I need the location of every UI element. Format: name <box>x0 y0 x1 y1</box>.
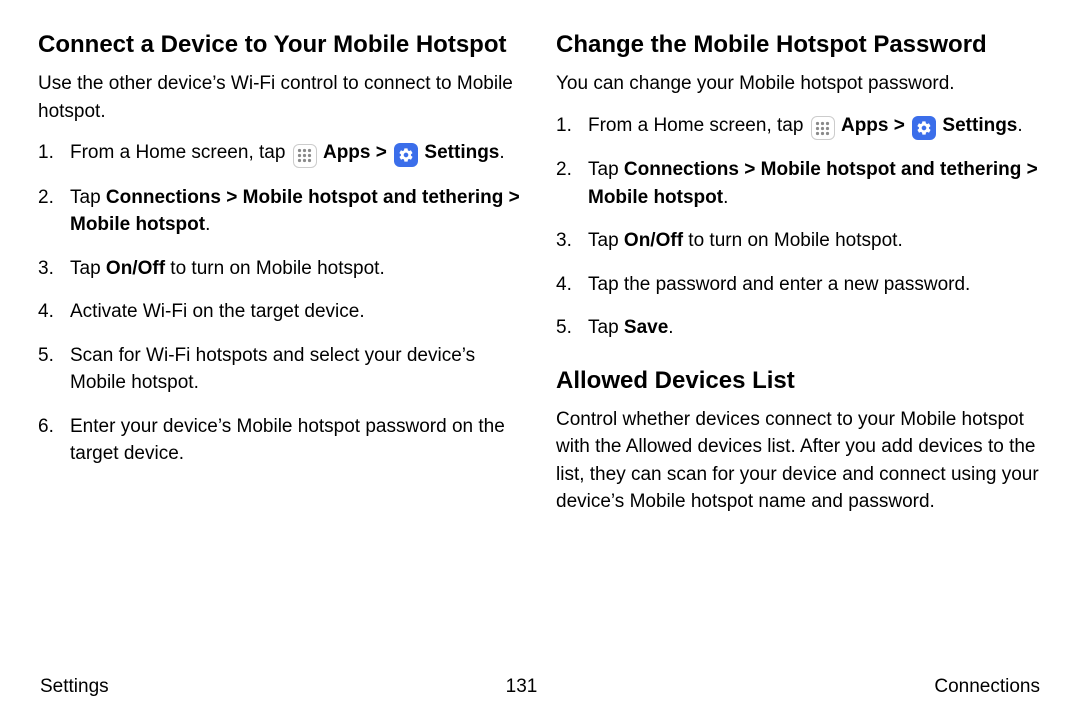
step-text: Tap <box>70 258 106 279</box>
heading-connect-device: Connect a Device to Your Mobile Hotspot <box>38 30 524 60</box>
step-1: From a Home screen, tap Apps > Settings. <box>556 112 1042 141</box>
period: . <box>1017 115 1022 136</box>
step-text: Tap <box>588 159 624 180</box>
step-4: Activate Wi-Fi on the target device. <box>38 298 524 326</box>
left-column: Connect a Device to Your Mobile Hotspot … <box>38 30 524 530</box>
step-text: Tap <box>70 187 106 208</box>
step-path: Connections > Mobile hotspot and tetheri… <box>588 159 1038 208</box>
save-label: Save <box>624 317 668 338</box>
step-3: Tap On/Off to turn on Mobile hotspot. <box>38 255 524 283</box>
step-text-tail: to turn on Mobile hotspot. <box>683 230 903 251</box>
right-column: Change the Mobile Hotspot Password You c… <box>556 30 1042 530</box>
step-text: Tap <box>588 317 624 338</box>
apps-icon <box>293 144 317 168</box>
step-text: From a Home screen, tap <box>588 115 809 136</box>
period: . <box>205 214 210 235</box>
step-5: Tap Save. <box>556 314 1042 342</box>
page-footer: Settings 131 Connections <box>38 676 1042 698</box>
step-6: Enter your device’s Mobile hotspot passw… <box>38 413 524 468</box>
on-off-label: On/Off <box>106 258 165 279</box>
intro-connect-device: Use the other device’s Wi-Fi control to … <box>38 70 524 125</box>
on-off-label: On/Off <box>624 230 683 251</box>
step-text: From a Home screen, tap <box>70 142 291 163</box>
intro-change-password: You can change your Mobile hotspot passw… <box>556 70 1042 98</box>
period: . <box>499 142 504 163</box>
step-2: Tap Connections > Mobile hotspot and tet… <box>556 156 1042 211</box>
apps-label: Apps <box>323 142 371 163</box>
step-5: Scan for Wi-Fi hotspots and select your … <box>38 342 524 397</box>
heading-allowed-devices: Allowed Devices List <box>556 366 1042 396</box>
settings-label: Settings <box>942 115 1017 136</box>
apps-icon <box>811 116 835 140</box>
step-4: Tap the password and enter a new passwor… <box>556 271 1042 299</box>
footer-page-number: 131 <box>506 676 538 698</box>
apps-label: Apps <box>841 115 889 136</box>
section-allowed-devices: Allowed Devices List Control whether dev… <box>556 366 1042 516</box>
heading-change-password: Change the Mobile Hotspot Password <box>556 30 1042 60</box>
step-text-tail: to turn on Mobile hotspot. <box>165 258 385 279</box>
sep: > <box>894 115 910 136</box>
footer-left: Settings <box>40 676 109 698</box>
step-1: From a Home screen, tap Apps > Settings. <box>38 139 524 168</box>
period: . <box>668 317 673 338</box>
page-content: Connect a Device to Your Mobile Hotspot … <box>38 30 1042 530</box>
step-3: Tap On/Off to turn on Mobile hotspot. <box>556 227 1042 255</box>
steps-change-password: From a Home screen, tap Apps > Settings.… <box>556 112 1042 342</box>
sep: > <box>376 142 392 163</box>
step-text: Tap <box>588 230 624 251</box>
intro-allowed-devices: Control whether devices connect to your … <box>556 406 1042 516</box>
period: . <box>723 187 728 208</box>
steps-connect-device: From a Home screen, tap Apps > Settings.… <box>38 139 524 468</box>
settings-icon <box>394 143 418 167</box>
settings-label: Settings <box>424 142 499 163</box>
step-path: Connections > Mobile hotspot and tetheri… <box>70 187 520 236</box>
settings-icon <box>912 116 936 140</box>
step-2: Tap Connections > Mobile hotspot and tet… <box>38 184 524 239</box>
footer-right: Connections <box>934 676 1040 698</box>
